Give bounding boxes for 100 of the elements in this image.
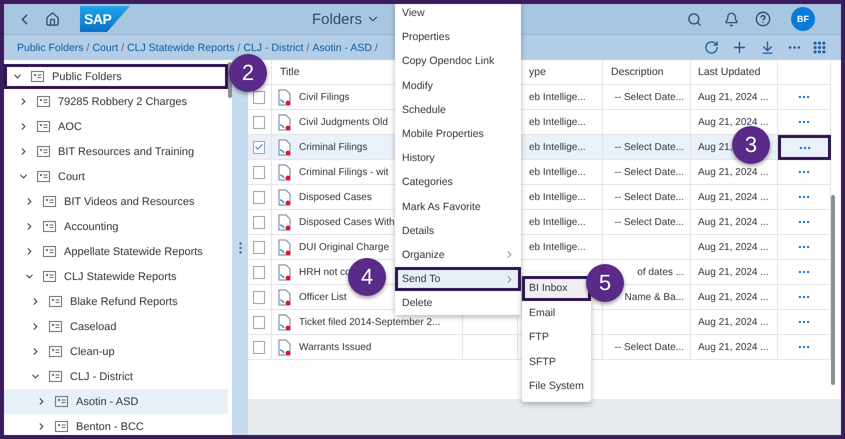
row-checkbox[interactable] bbox=[253, 266, 265, 278]
add-button[interactable] bbox=[731, 39, 748, 56]
menu-item[interactable]: View bbox=[395, 4, 521, 26]
report-icon bbox=[278, 164, 292, 180]
tree-item[interactable]: Blake Refund Reports bbox=[4, 289, 228, 314]
tree-item[interactable]: Clean-up bbox=[4, 339, 228, 364]
row-checkbox[interactable] bbox=[253, 190, 265, 204]
tree-item[interactable]: CLJ - District bbox=[4, 364, 228, 389]
folder-icon bbox=[37, 171, 50, 182]
tree-item[interactable]: 79285 Robbery 2 Charges bbox=[4, 89, 228, 114]
tree-item[interactable]: Public Folders bbox=[4, 64, 228, 89]
menu-item[interactable]: BI Inbox bbox=[522, 276, 591, 300]
tree-item[interactable]: Caseload bbox=[4, 314, 228, 339]
report-title[interactable]: Disposed Cases With bbox=[299, 216, 395, 228]
tree-item[interactable]: Asotin - ASD bbox=[4, 389, 228, 414]
folder-icon bbox=[31, 71, 44, 82]
table-cell: Aug 21, 2024 ... bbox=[691, 160, 778, 185]
table-cell: -- Select Date... bbox=[603, 335, 691, 360]
report-icon bbox=[278, 238, 292, 256]
page-title-dropdown[interactable]: Folders bbox=[312, 10, 380, 28]
column-header[interactable]: Last Updated bbox=[691, 60, 778, 85]
tree-item[interactable]: BIT Videos and Resources bbox=[4, 189, 228, 214]
menu-item[interactable]: Email bbox=[522, 300, 591, 325]
logo: SAP bbox=[80, 6, 130, 32]
menu-item[interactable]: Details bbox=[395, 218, 521, 243]
tree-item[interactable]: AOC bbox=[4, 114, 228, 139]
table-cell: -- Select Date... bbox=[603, 135, 691, 160]
menu-item[interactable]: History bbox=[395, 146, 521, 170]
folder-icon bbox=[55, 421, 68, 432]
report-title[interactable]: Civil Filings bbox=[299, 92, 350, 102]
row-checkbox[interactable] bbox=[253, 340, 265, 354]
row-checkbox[interactable] bbox=[253, 216, 265, 228]
tree-item[interactable]: BIT Resources and Training bbox=[4, 139, 228, 164]
row-checkbox[interactable] bbox=[253, 166, 265, 178]
grip-icon[interactable] bbox=[238, 242, 242, 254]
breadcrumb-link[interactable]: Court bbox=[92, 42, 118, 54]
breadcrumb-separator: / bbox=[374, 42, 378, 54]
breadcrumb-link[interactable]: Asotin - ASD bbox=[312, 42, 372, 54]
refresh-button[interactable] bbox=[704, 40, 719, 55]
folder-icon bbox=[37, 96, 50, 107]
download-button[interactable] bbox=[760, 40, 775, 55]
menu-item[interactable]: Properties bbox=[395, 25, 521, 50]
report-title[interactable]: Disposed Cases bbox=[299, 192, 372, 202]
user-avatar[interactable]: BF bbox=[791, 7, 815, 31]
report-title[interactable]: Civil Judgments Old bbox=[299, 116, 388, 128]
table-cell: Aug 21, 2024 ... bbox=[691, 185, 778, 210]
tree-item[interactable]: Benton - BCC bbox=[4, 414, 228, 435]
menu-item[interactable]: Categories bbox=[395, 170, 521, 194]
report-title[interactable]: Criminal Filings bbox=[299, 142, 368, 152]
report-title[interactable]: DUI Original Charge bbox=[299, 242, 390, 252]
tree-item[interactable]: CLJ Statewide Reports bbox=[4, 264, 228, 289]
menu-item[interactable]: SFTP bbox=[522, 350, 591, 374]
breadcrumb-link[interactable]: CLJ - District bbox=[243, 42, 304, 54]
help-icon bbox=[755, 11, 771, 27]
breadcrumb-separator: / bbox=[306, 42, 310, 54]
row-checkbox[interactable] bbox=[253, 240, 265, 254]
report-title[interactable]: Officer List bbox=[299, 292, 347, 302]
folder-icon bbox=[49, 346, 62, 357]
menu-item[interactable]: Organize bbox=[395, 242, 521, 268]
row-checkbox[interactable] bbox=[253, 290, 265, 304]
menu-item[interactable]: Modify bbox=[395, 74, 521, 98]
report-icon bbox=[278, 138, 292, 156]
help-button[interactable] bbox=[755, 11, 771, 27]
menu-item[interactable]: File System bbox=[522, 374, 591, 398]
row-checkbox[interactable] bbox=[253, 316, 265, 328]
breadcrumb-link[interactable]: CLJ Statewide Reports bbox=[127, 42, 234, 54]
breadcrumb-separator: / bbox=[121, 42, 124, 54]
row-checkbox[interactable] bbox=[253, 90, 265, 104]
search-button[interactable] bbox=[687, 12, 702, 26]
report-title[interactable]: Warrants Issued bbox=[299, 342, 372, 352]
folder-icon bbox=[49, 371, 62, 382]
tree-item[interactable]: Court bbox=[4, 164, 228, 189]
table-cell: Aug 21, 2024 ... bbox=[691, 210, 778, 235]
report-title[interactable]: Ticket filed 2014-September 2... bbox=[299, 316, 440, 328]
scrollbar[interactable] bbox=[831, 195, 835, 385]
menu-item[interactable]: Schedule bbox=[395, 98, 521, 122]
report-icon bbox=[278, 188, 292, 206]
menu-item[interactable]: Delete bbox=[395, 291, 521, 316]
callout-badge: 5 bbox=[586, 264, 624, 302]
table-cell: Aug 21, 2024 ... bbox=[691, 85, 778, 110]
refresh-icon bbox=[704, 40, 719, 55]
menu-item[interactable]: Mark As Favorite bbox=[395, 194, 521, 219]
report-icon bbox=[278, 264, 292, 280]
menu-item[interactable]: Mobile Properties bbox=[395, 122, 521, 146]
scrollbar[interactable] bbox=[228, 62, 232, 98]
menu-item[interactable]: Send To bbox=[395, 267, 521, 292]
menu-item[interactable]: FTP bbox=[522, 325, 591, 350]
table-cell: -- Select Date... bbox=[603, 85, 691, 110]
home-button[interactable] bbox=[45, 12, 60, 26]
tree-item[interactable]: Appellate Statewide Reports bbox=[4, 239, 228, 264]
check-icon bbox=[254, 142, 264, 152]
breadcrumb-link[interactable]: Public Folders bbox=[17, 42, 84, 54]
notifications-button[interactable] bbox=[724, 12, 739, 26]
column-header[interactable]: Description bbox=[603, 60, 691, 85]
row-checkbox[interactable] bbox=[253, 140, 265, 154]
tree-item[interactable]: Accounting bbox=[4, 214, 228, 239]
row-checkbox[interactable] bbox=[253, 116, 265, 128]
apps-button[interactable] bbox=[812, 40, 827, 55]
report-title[interactable]: Criminal Filings - wit bbox=[299, 166, 388, 178]
menu-item[interactable]: Copy Opendoc Link bbox=[395, 49, 521, 74]
